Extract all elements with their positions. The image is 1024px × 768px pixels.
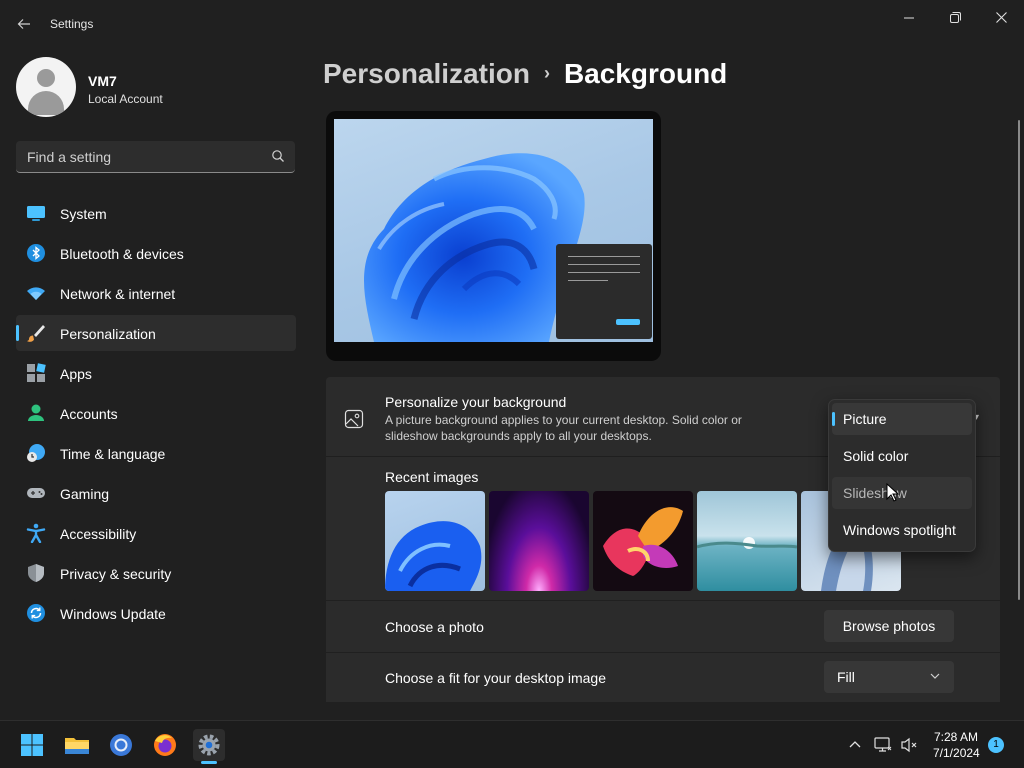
- wallpaper-preview-image: [334, 119, 653, 342]
- sidebar-item-accounts[interactable]: Accounts: [16, 395, 296, 431]
- back-arrow-icon: [17, 19, 30, 29]
- sidebar-item-system[interactable]: System: [16, 195, 296, 231]
- sidebar-item-label: Gaming: [60, 486, 110, 502]
- search-input[interactable]: Find a setting: [16, 141, 295, 173]
- restore-button[interactable]: [932, 6, 978, 30]
- recent-image-thumbnail[interactable]: [593, 491, 693, 591]
- sidebar-item-privacy-security[interactable]: Privacy & security: [16, 555, 296, 591]
- sidebar-nav: System Bluetooth & devices Network & int…: [16, 195, 296, 635]
- sidebar-item-label: Personalization: [60, 326, 156, 342]
- wifi-icon: [27, 287, 45, 300]
- app-title: Settings: [50, 17, 94, 31]
- dropdown-option-solid-color[interactable]: Solid color: [832, 440, 972, 472]
- sidebar-item-windows-update[interactable]: Windows Update: [16, 595, 296, 631]
- sidebar-item-label: Time & language: [60, 446, 166, 462]
- clock-time[interactable]: 7:28 AM: [934, 730, 978, 744]
- minimize-button[interactable]: [886, 6, 932, 30]
- sidebar-item-label: Network & internet: [60, 286, 176, 302]
- chevron-down-icon: [930, 673, 940, 679]
- sidebar-item-label: Windows Update: [60, 606, 166, 622]
- choose-fit-row: Choose a fit for your desktop image Fill: [326, 653, 1000, 702]
- user-name: VM7: [88, 73, 117, 89]
- recent-image-thumbnail[interactable]: [697, 491, 797, 591]
- network-display-icon[interactable]: [873, 735, 893, 755]
- background-type-dropdown[interactable]: Picture Solid color Slideshow Windows sp…: [828, 399, 976, 552]
- dropdown-option-picture[interactable]: Picture: [832, 403, 972, 435]
- scrollbar[interactable]: [1018, 120, 1020, 600]
- avatar: [16, 57, 76, 117]
- sidebar-item-label: Accessibility: [60, 526, 137, 542]
- mouse-cursor-icon: [886, 483, 900, 502]
- file-explorer-icon: [65, 738, 89, 754]
- sidebar-item-label: Privacy & security: [60, 566, 172, 582]
- sidebar-item-apps[interactable]: Apps: [16, 355, 296, 391]
- sidebar-item-gaming[interactable]: Gaming: [16, 475, 296, 511]
- taskbar: 7:28 AM 7/1/2024 1: [0, 720, 1024, 768]
- breadcrumb: Personalization › Background: [323, 58, 727, 90]
- clock-date[interactable]: 7/1/2024: [933, 746, 980, 760]
- start-icon: [21, 734, 43, 756]
- sidebar-item-label: Accounts: [60, 406, 118, 422]
- desktop-preview: [326, 111, 661, 361]
- recent-images-title: Recent images: [385, 469, 479, 485]
- sidebar-item-bluetooth[interactable]: Bluetooth & devices: [16, 235, 296, 271]
- close-button[interactable]: [978, 6, 1024, 30]
- account-type: Local Account: [88, 92, 163, 106]
- choose-photo-label: Choose a photo: [385, 619, 484, 635]
- notification-badge[interactable]: 1: [988, 737, 1004, 753]
- sidebar-item-personalization[interactable]: Personalization: [16, 315, 296, 351]
- search-placeholder: Find a setting: [27, 149, 112, 165]
- search-icon: [272, 150, 284, 162]
- sidebar-item-label: Apps: [60, 366, 92, 382]
- bluetooth-icon: [27, 244, 45, 262]
- accessibility-icon: [26, 523, 46, 543]
- apps-icon: [27, 363, 46, 382]
- recent-image-thumbnail[interactable]: [385, 491, 485, 591]
- chrome-icon: [110, 734, 132, 756]
- firefox-icon: [154, 734, 176, 756]
- accounts-icon: [28, 404, 44, 421]
- volume-muted-icon[interactable]: [899, 735, 919, 755]
- active-app-indicator: [201, 761, 217, 764]
- sidebar-item-time-language[interactable]: Time & language: [16, 435, 296, 471]
- preview-window-mock: [556, 244, 652, 339]
- start-button[interactable]: [16, 729, 48, 761]
- brush-icon: [27, 325, 45, 342]
- firefox-button[interactable]: [149, 729, 181, 761]
- dropdown-option-slideshow[interactable]: Slideshow: [832, 477, 972, 509]
- picture-icon: [344, 409, 364, 429]
- sidebar-item-accessibility[interactable]: Accessibility: [16, 515, 296, 551]
- shield-icon: [28, 564, 44, 582]
- system-icon: [27, 206, 45, 221]
- recent-image-thumbnail[interactable]: [489, 491, 589, 591]
- background-setting-title: Personalize your background: [385, 394, 567, 410]
- clock-globe-icon: [27, 444, 45, 462]
- update-icon: [27, 604, 45, 622]
- fit-select[interactable]: Fill: [824, 661, 954, 693]
- choose-fit-label: Choose a fit for your desktop image: [385, 670, 607, 686]
- background-setting-description: A picture background applies to your cur…: [385, 413, 742, 443]
- dropdown-option-windows-spotlight[interactable]: Windows spotlight: [832, 514, 972, 546]
- chrome-button[interactable]: [105, 729, 137, 761]
- page-title: Background: [563, 58, 728, 89]
- choose-photo-row: Choose a photo Browse photos: [326, 601, 1000, 652]
- sidebar-item-label: System: [60, 206, 107, 222]
- minimize-icon: [904, 17, 914, 19]
- back-button[interactable]: [12, 12, 36, 36]
- settings-icon: [198, 734, 220, 756]
- gamepad-icon: [27, 488, 45, 498]
- restore-icon: [949, 12, 961, 23]
- close-icon: [995, 12, 1007, 23]
- breadcrumb-parent[interactable]: Personalization: [323, 58, 530, 89]
- fit-select-value: Fill: [837, 669, 855, 685]
- file-explorer-button[interactable]: [61, 729, 93, 761]
- sidebar-item-network[interactable]: Network & internet: [16, 275, 296, 311]
- settings-button[interactable]: [193, 729, 225, 761]
- chevron-up-icon[interactable]: [845, 735, 865, 755]
- browse-photos-button[interactable]: Browse photos: [824, 610, 954, 642]
- sidebar-item-label: Bluetooth & devices: [60, 246, 184, 262]
- chevron-right-icon: ›: [543, 63, 550, 83]
- title-bar: Settings: [0, 0, 1024, 48]
